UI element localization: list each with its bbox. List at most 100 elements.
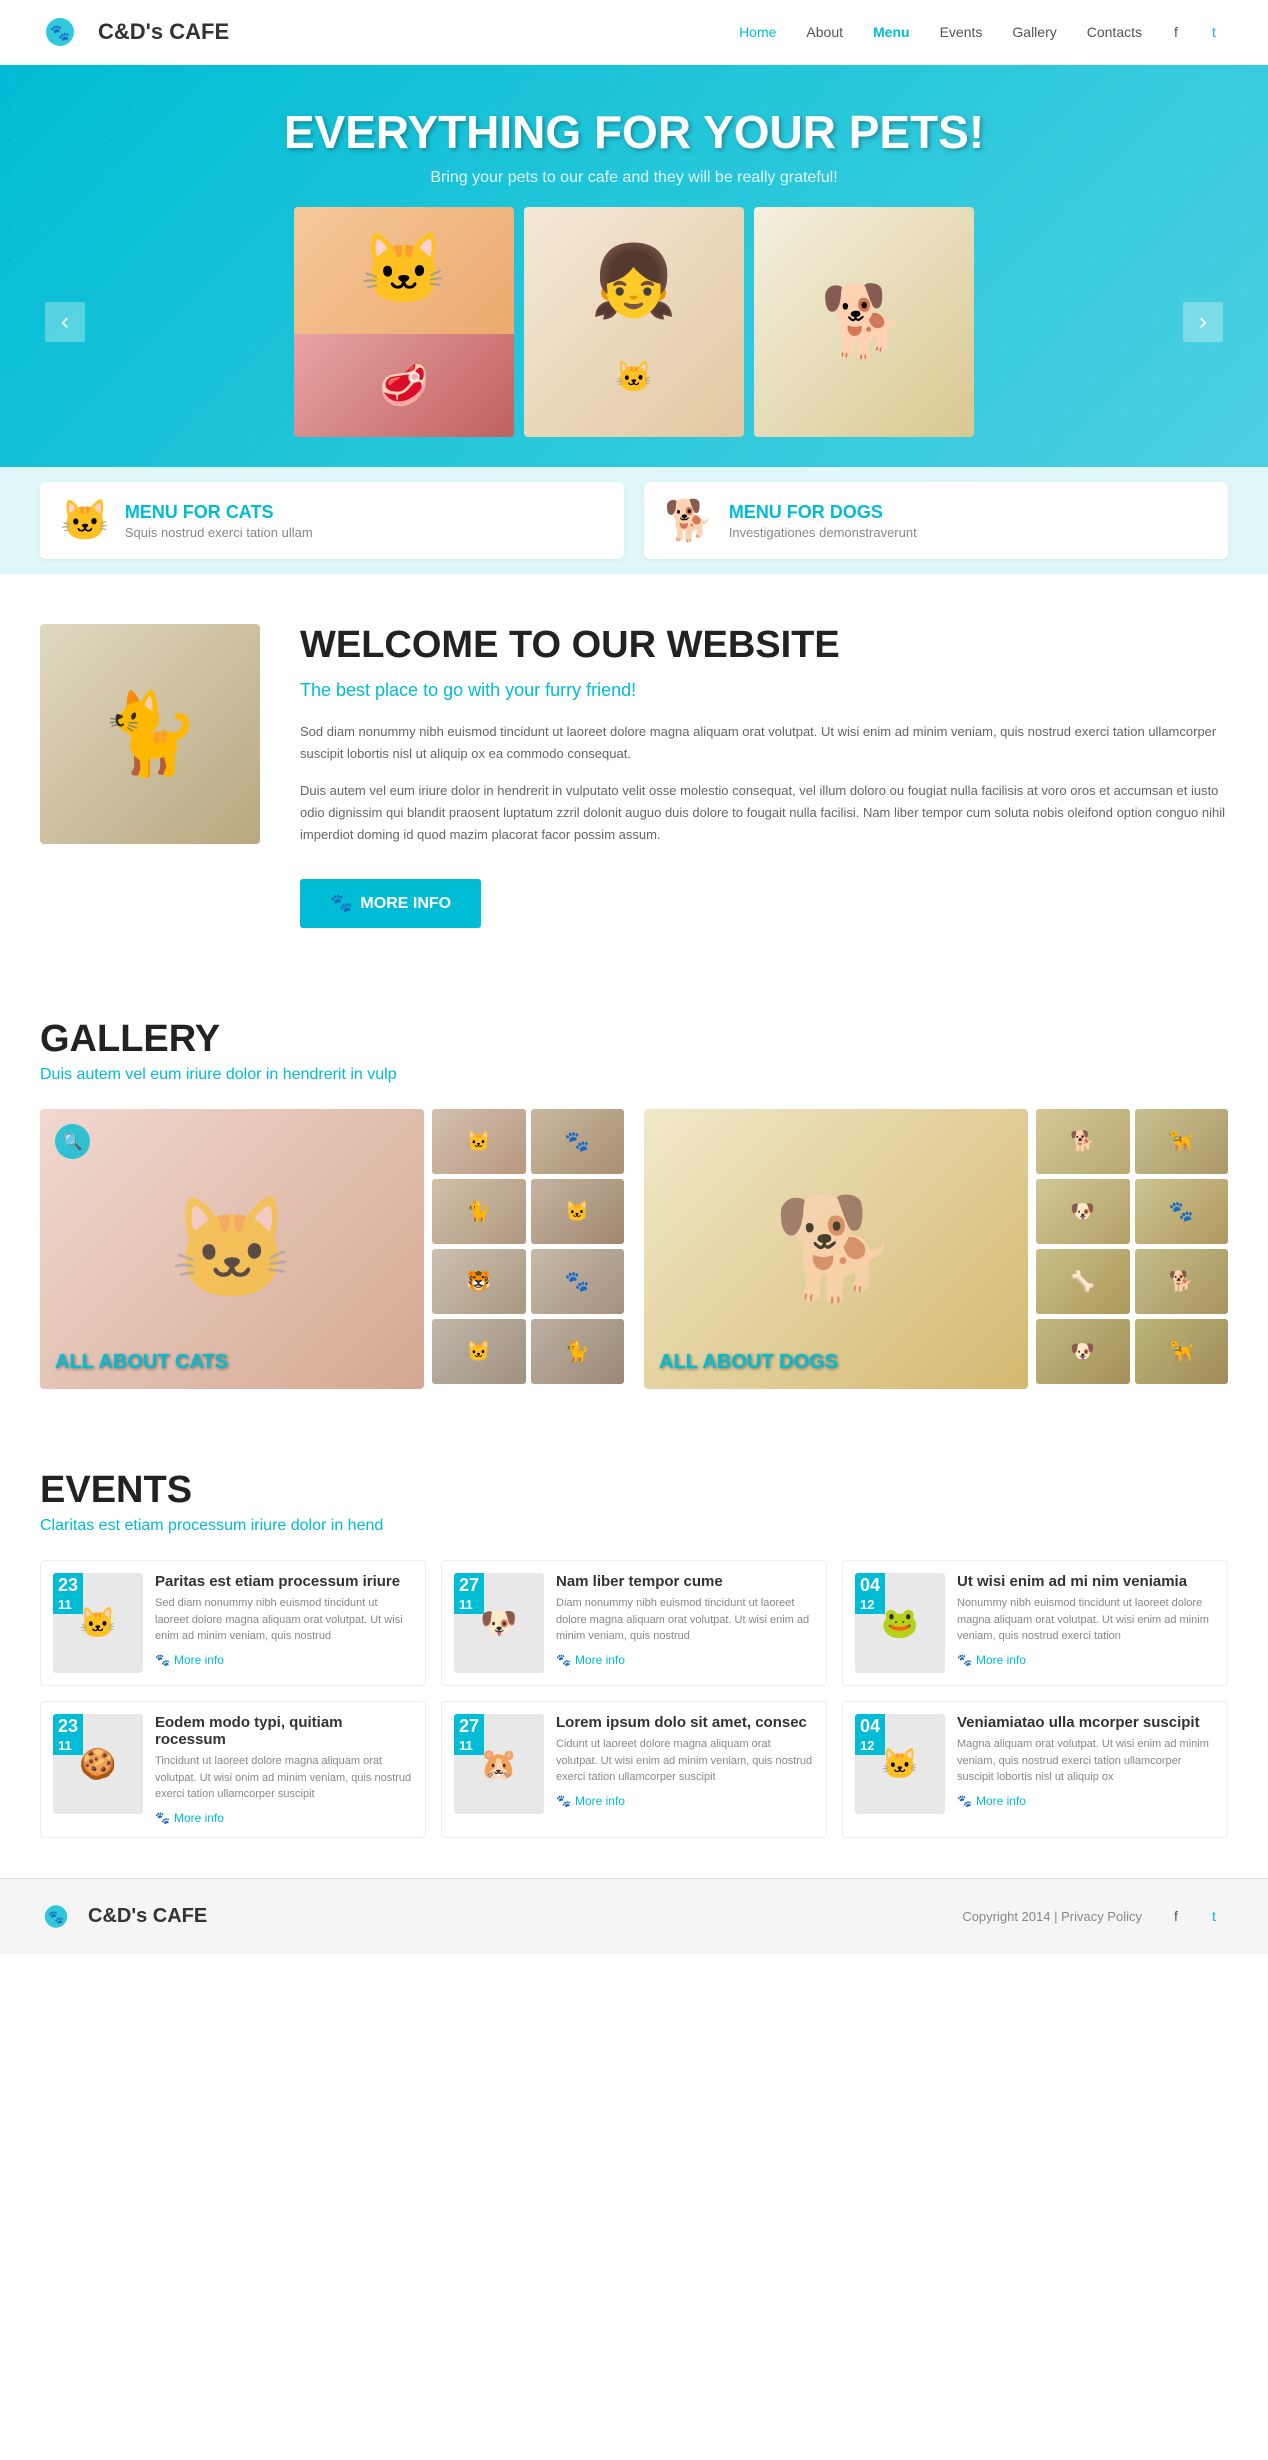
gallery-thumb[interactable]: 🐶: [1036, 1179, 1130, 1244]
event-card: 0412 🐸 Ut wisi enim ad mi nim veniamia N…: [842, 1560, 1228, 1686]
events-section: EVENTS Claritas est etiam processum iriu…: [0, 1429, 1268, 1878]
events-grid: 2311 🐱 Paritas est etiam processum iriur…: [40, 1560, 1228, 1838]
hero-image-cat: 🐱 🥩: [294, 207, 514, 437]
nav-gallery[interactable]: Gallery: [1012, 24, 1056, 40]
logo[interactable]: 🐾 C&D's CAFE: [40, 12, 229, 52]
welcome-title: WELCOME TO OUR WEBSITE: [300, 624, 1228, 667]
gallery-dogs-label: ALL ABOUT DOGS: [659, 1351, 838, 1374]
svg-text:🐾: 🐾: [48, 1909, 64, 1924]
event-title: Veniamiatao ulla mcorper suscipit: [957, 1714, 1215, 1731]
gallery-section: GALLERY Duis autem vel eum iriure dolor …: [0, 978, 1268, 1429]
event-date: 2311: [53, 1573, 83, 1614]
footer-logo-text: C&D's CAFE: [88, 1905, 207, 1928]
footer-facebook-icon[interactable]: f: [1162, 1902, 1190, 1930]
event-more-link[interactable]: 🐾 More info: [957, 1794, 1215, 1808]
event-more-link[interactable]: 🐾 More info: [155, 1811, 413, 1825]
menu-dogs-desc: Investigationes demonstraverunt: [729, 525, 917, 540]
event-more-link[interactable]: 🐾 More info: [556, 1653, 814, 1667]
header: 🐾 C&D's CAFE Home About Menu Events Gall…: [0, 0, 1268, 65]
twitter-icon[interactable]: t: [1200, 18, 1228, 46]
menu-cats-title: MENU FOR CATS: [125, 502, 313, 523]
event-text: Diam nonummy nibh euismod tincidunt ut l…: [556, 1595, 814, 1645]
hero-section: EVERYTHING FOR YOUR PETS! Bring your pet…: [0, 65, 1268, 467]
main-nav: Home About Menu Events Gallery Contacts: [739, 24, 1142, 40]
hero-title: EVERYTHING FOR YOUR PETS!: [40, 105, 1228, 159]
gallery-thumb[interactable]: 🐱: [531, 1179, 625, 1244]
welcome-image: 🐈: [40, 624, 260, 844]
nav-home[interactable]: Home: [739, 24, 776, 40]
event-image: 2311 🍪: [53, 1714, 143, 1814]
event-more-link[interactable]: 🐾 More info: [556, 1794, 814, 1808]
paw-icon: 🐾: [957, 1794, 972, 1808]
paw-icon: 🐾: [155, 1811, 170, 1825]
gallery-thumb[interactable]: 🐈: [531, 1319, 625, 1384]
nav-contacts[interactable]: Contacts: [1087, 24, 1142, 40]
more-info-button[interactable]: 🐾 MORE INFO: [300, 879, 481, 928]
gallery-thumb[interactable]: 🐕: [1135, 1249, 1229, 1314]
gallery-dogs: 🐕 ALL ABOUT DOGS 🐕 🦮 🐶 🐾 🦴 🐕: [644, 1109, 1228, 1389]
event-card: 2711 🐹 Lorem ipsum dolo sit amet, consec…: [441, 1701, 827, 1838]
event-more-link[interactable]: 🐾 More info: [957, 1653, 1215, 1667]
footer-twitter-icon[interactable]: t: [1200, 1902, 1228, 1930]
event-card: 2711 🐶 Nam liber tempor cume Diam nonumm…: [441, 1560, 827, 1686]
footer-logo[interactable]: 🐾 C&D's CAFE: [40, 1899, 207, 1934]
gallery-thumb[interactable]: 🐯: [432, 1249, 526, 1314]
event-text: Tincidunt ut laoreet dolore magna aliqua…: [155, 1753, 413, 1803]
gallery-cats-label: ALL ABOUT CATS: [55, 1351, 228, 1374]
event-card: 2311 🍪 Eodem modo typi, quitiam rocessum…: [40, 1701, 426, 1838]
welcome-subtitle: The best place to go with your furry fri…: [300, 675, 1228, 706]
event-title: Paritas est etiam processum iriure: [155, 1573, 413, 1590]
event-more-link[interactable]: 🐾 More info: [155, 1653, 413, 1667]
gallery-thumb[interactable]: 🐾: [531, 1249, 625, 1314]
paw-icon: 🐾: [556, 1794, 571, 1808]
gallery-cats-main[interactable]: 🐱 🔍 ALL ABOUT CATS: [40, 1109, 424, 1389]
event-card: 0412 🐱 Veniamiatao ulla mcorper suscipit…: [842, 1701, 1228, 1838]
menu-cats-desc: Squis nostrud exerci tation ullam: [125, 525, 313, 540]
event-text: Magna aliquam orat volutpat. Ut wisi eni…: [957, 1736, 1215, 1786]
paw-icon: 🐾: [155, 1653, 170, 1667]
event-content: Paritas est etiam processum iriure Sed d…: [155, 1573, 413, 1673]
event-image: 2311 🐱: [53, 1573, 143, 1673]
logo-cd: C&D's: [98, 19, 169, 44]
gallery-thumb[interactable]: 🐕: [1036, 1109, 1130, 1174]
gallery-thumb[interactable]: 🐾: [531, 1109, 625, 1174]
gallery-thumb[interactable]: 🐾: [1135, 1179, 1229, 1244]
event-content: Nam liber tempor cume Diam nonummy nibh …: [556, 1573, 814, 1673]
event-date: 0412: [855, 1714, 885, 1755]
gallery-subtitle: Duis autem vel eum iriure dolor in hendr…: [40, 1066, 1228, 1084]
event-content: Ut wisi enim ad mi nim veniamia Nonummy …: [957, 1573, 1215, 1673]
gallery-thumb[interactable]: 🐈: [432, 1179, 526, 1244]
hero-prev-button[interactable]: ‹: [45, 302, 85, 342]
nav-events[interactable]: Events: [940, 24, 983, 40]
logo-cafe: CAFE: [169, 19, 229, 44]
gallery-thumb[interactable]: 🐱: [432, 1109, 526, 1174]
gallery-thumb[interactable]: 🦴: [1036, 1249, 1130, 1314]
gallery-cats-thumbs: 🐱 🐾 🐈 🐱 🐯 🐾 🐱 🐈: [432, 1109, 624, 1389]
nav-about[interactable]: About: [806, 24, 843, 40]
gallery-cats: 🐱 🔍 ALL ABOUT CATS 🐱 🐾 🐈 🐱 🐯 🐾: [40, 1109, 624, 1389]
welcome-para2: Duis autem vel eum iriure dolor in hendr…: [300, 780, 1228, 846]
gallery-thumb[interactable]: 🦮: [1135, 1319, 1229, 1384]
nav-menu[interactable]: Menu: [873, 24, 910, 40]
footer-logo-icon: 🐾: [40, 1899, 80, 1934]
event-title: Ut wisi enim ad mi nim veniamia: [957, 1573, 1215, 1590]
gallery-dogs-main[interactable]: 🐕 ALL ABOUT DOGS: [644, 1109, 1028, 1389]
paw-icon: 🐾: [957, 1653, 972, 1667]
gallery-thumb[interactable]: 🦮: [1135, 1109, 1229, 1174]
event-text: Nonummy nibh euismod tincidunt ut laoree…: [957, 1595, 1215, 1645]
welcome-content: WELCOME TO OUR WEBSITE The best place to…: [300, 624, 1228, 928]
menu-dogs-banner[interactable]: 🐕 MENU FOR DOGS Investigationes demonstr…: [644, 482, 1228, 559]
hero-image-dog: 🐕: [754, 207, 974, 437]
menu-cats-banner[interactable]: 🐱 MENU FOR CATS Squis nostrud exerci tat…: [40, 482, 624, 559]
paw-icon: 🐾: [330, 893, 352, 914]
event-image: 0412 🐱: [855, 1714, 945, 1814]
welcome-section: 🐈 WELCOME TO OUR WEBSITE The best place …: [0, 574, 1268, 978]
paw-icon: 🐾: [556, 1653, 571, 1667]
footer-copyright: Copyright 2014 | Privacy Policy: [962, 1909, 1142, 1924]
hero-next-button[interactable]: ›: [1183, 302, 1223, 342]
facebook-icon[interactable]: f: [1162, 18, 1190, 46]
gallery-thumb[interactable]: 🐱: [432, 1319, 526, 1384]
event-card: 2311 🐱 Paritas est etiam processum iriur…: [40, 1560, 426, 1686]
gallery-thumb[interactable]: 🐶: [1036, 1319, 1130, 1384]
event-image: 2711 🐶: [454, 1573, 544, 1673]
